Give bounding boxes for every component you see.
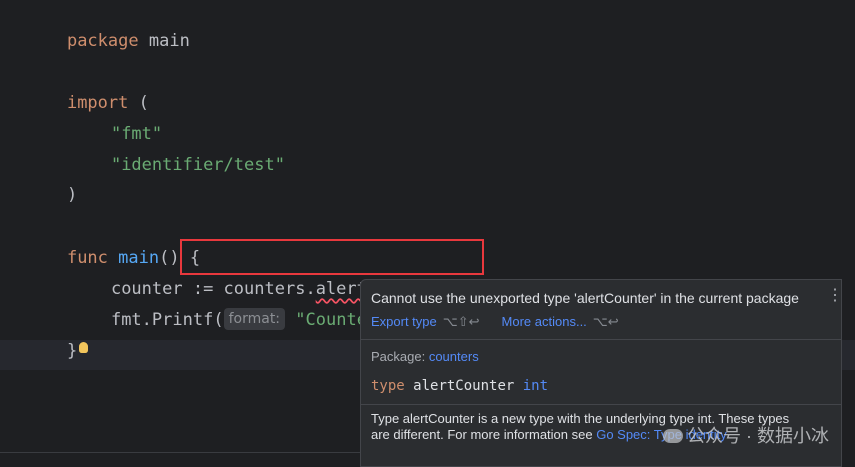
wechat-icon <box>663 429 683 443</box>
code-line-5[interactable]: "identifier/test" <box>70 126 285 175</box>
more-actions-link[interactable]: More actions... <box>502 314 587 329</box>
code-line-4[interactable]: "fmt" <box>70 95 162 144</box>
more-options-icon[interactable]: ⋮ <box>827 288 841 304</box>
quick-actions: Export type ⌥⇧↩ More actions... ⌥↩ <box>371 314 641 330</box>
function-printf: Printf <box>151 310 214 330</box>
parameter-hint-format: format: <box>223 308 286 330</box>
export-type-link[interactable]: Export type <box>371 314 437 329</box>
dot: . <box>141 310 152 330</box>
import-identifier-test: "identifier/test" <box>110 155 285 175</box>
type-name: alertCounter <box>413 378 515 394</box>
package-link[interactable]: counters <box>429 349 479 364</box>
import-close-paren: ) <box>66 185 78 205</box>
code-line-11[interactable]: } <box>26 312 89 361</box>
open-paren: ( <box>213 310 224 330</box>
type-base-link[interactable]: int <box>523 378 548 394</box>
editor-gutter <box>0 0 20 465</box>
package-name: main <box>148 31 190 51</box>
error-highlight-box <box>180 239 484 275</box>
error-tooltip-popup[interactable]: Cannot use the unexported type 'alertCou… <box>360 279 842 467</box>
editor-bottom-border <box>0 452 360 453</box>
more-actions-shortcut: ⌥↩ <box>592 314 619 329</box>
code-line-10[interactable]: fmt.Printf(format: "Counter: <box>70 281 387 330</box>
close-brace: } <box>66 341 78 361</box>
package-row: Package: counters <box>371 349 479 364</box>
popup-separator <box>361 339 841 340</box>
pkg-fmt: fmt <box>110 310 142 330</box>
package-label: Package: <box>371 349 426 364</box>
type-keyword: type <box>371 378 405 394</box>
popup-separator-2 <box>361 404 841 405</box>
watermark: 公众号 · 数据小冰 <box>663 422 829 448</box>
type-declaration: type alertCounter int <box>371 378 548 394</box>
code-line-6[interactable]: ) <box>26 156 77 205</box>
code-line-1[interactable]: package main <box>26 2 190 51</box>
lightbulb-icon[interactable] <box>79 342 89 353</box>
error-message: Cannot use the unexported type 'alertCou… <box>371 290 799 306</box>
keyword-package: package <box>66 31 139 51</box>
export-type-shortcut: ⌥⇧↩ <box>442 314 480 329</box>
code-line-8[interactable]: func main() { <box>26 219 200 268</box>
code-line-3[interactable]: import ( <box>26 64 149 113</box>
